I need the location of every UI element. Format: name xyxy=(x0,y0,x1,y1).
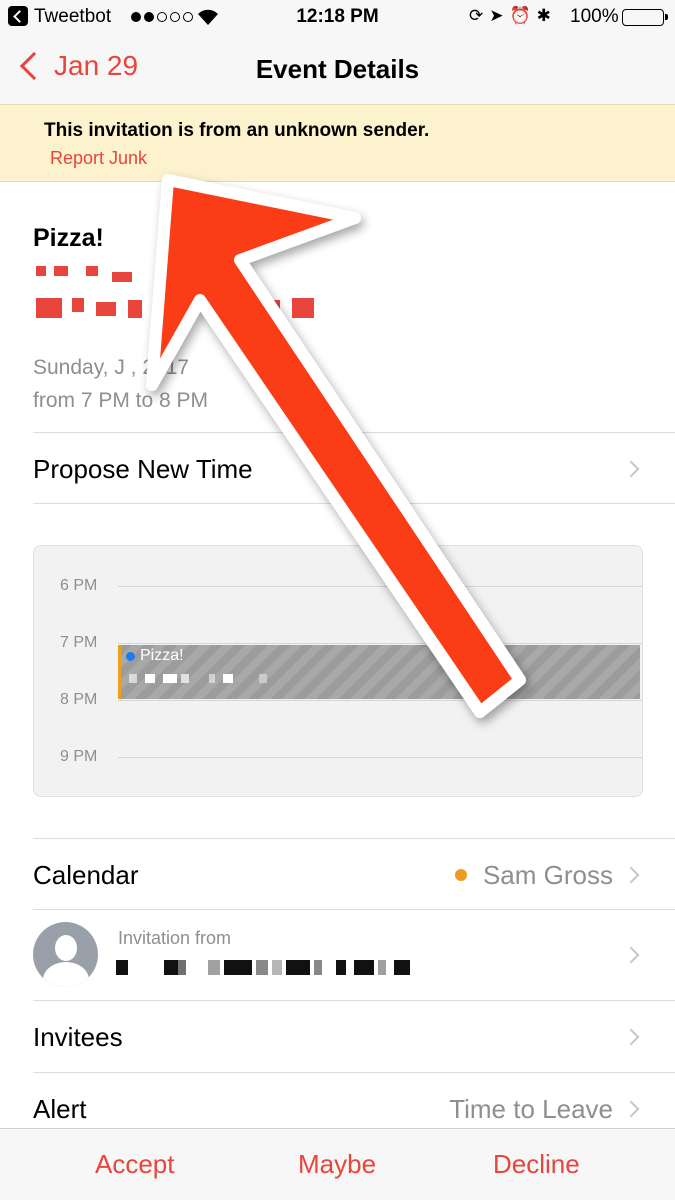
status-bar: Tweetbot 12:18 PM ⟳ ➤ ⏰ ✱ 100% xyxy=(0,0,675,34)
battery-icon xyxy=(622,9,668,26)
response-toolbar: Accept Maybe Decline xyxy=(0,1128,675,1200)
battery-percent: 100% xyxy=(570,6,619,27)
divider xyxy=(33,503,675,504)
divider xyxy=(33,1000,675,1001)
hour-line xyxy=(118,700,642,701)
page-title: Event Details xyxy=(255,54,420,84)
maybe-button[interactable]: Maybe xyxy=(298,1149,376,1180)
redacted-location xyxy=(36,266,336,324)
alert-row[interactable]: Alert Time to Leave xyxy=(33,1084,645,1134)
unknown-sender-banner: This invitation is from an unknown sende… xyxy=(0,104,675,182)
navigation-bar: Jan 29 Event Details xyxy=(0,34,675,104)
divider xyxy=(33,1072,675,1073)
screen-lock-icon: ⟳ xyxy=(469,6,484,25)
hour-label: 9 PM xyxy=(60,748,98,765)
calendar-color-dot xyxy=(454,869,467,881)
event-dot xyxy=(126,652,135,661)
event-date: Sunday, J , 2017 xyxy=(33,356,190,379)
banner-message: This invitation is from an unknown sende… xyxy=(44,120,430,141)
report-junk-link[interactable]: Report Junk xyxy=(50,148,147,169)
divider xyxy=(33,432,675,433)
hour-line xyxy=(118,757,642,758)
divider xyxy=(33,838,675,839)
accept-button[interactable]: Accept xyxy=(95,1149,175,1180)
hour-label: 7 PM xyxy=(60,634,98,651)
hour-line xyxy=(118,586,642,587)
day-preview: 6 PM 7 PM 8 PM 9 PM Pizza! xyxy=(33,545,643,797)
chevron-right-icon xyxy=(622,866,640,884)
propose-new-time-row[interactable]: Propose New Time xyxy=(33,444,645,494)
invitees-label: Invitees xyxy=(33,1021,123,1052)
alert-value: Time to Leave xyxy=(449,1093,613,1124)
redacted-event-location xyxy=(129,674,279,684)
propose-new-time-label: Propose New Time xyxy=(33,453,253,484)
chevron-right-icon xyxy=(622,946,640,964)
preview-event-block[interactable]: Pizza! xyxy=(118,645,640,699)
alarm-icon: ⏰ xyxy=(509,6,531,25)
invitation-from-row[interactable] xyxy=(33,930,645,980)
location-icon: ➤ xyxy=(489,6,504,25)
chevron-right-icon xyxy=(622,1028,640,1046)
hour-label: 8 PM xyxy=(60,691,98,708)
invitees-row[interactable]: Invitees xyxy=(33,1012,645,1062)
divider xyxy=(33,909,675,910)
hour-label: 6 PM xyxy=(60,577,98,594)
bluetooth-icon: ✱ xyxy=(536,6,551,25)
calendar-label: Calendar xyxy=(33,859,139,890)
event-time: from 7 PM to 8 PM xyxy=(33,389,209,412)
alert-label: Alert xyxy=(33,1093,87,1124)
calendar-value: Sam Gross xyxy=(482,859,613,890)
chevron-right-icon xyxy=(622,460,640,478)
event-title: Pizza! xyxy=(33,224,104,252)
decline-button[interactable]: Decline xyxy=(493,1149,580,1180)
hour-line xyxy=(118,643,642,644)
calendar-row[interactable]: Calendar Sam Gross xyxy=(33,850,645,900)
preview-event-name: Pizza! xyxy=(140,647,184,664)
chevron-right-icon xyxy=(622,1100,640,1118)
